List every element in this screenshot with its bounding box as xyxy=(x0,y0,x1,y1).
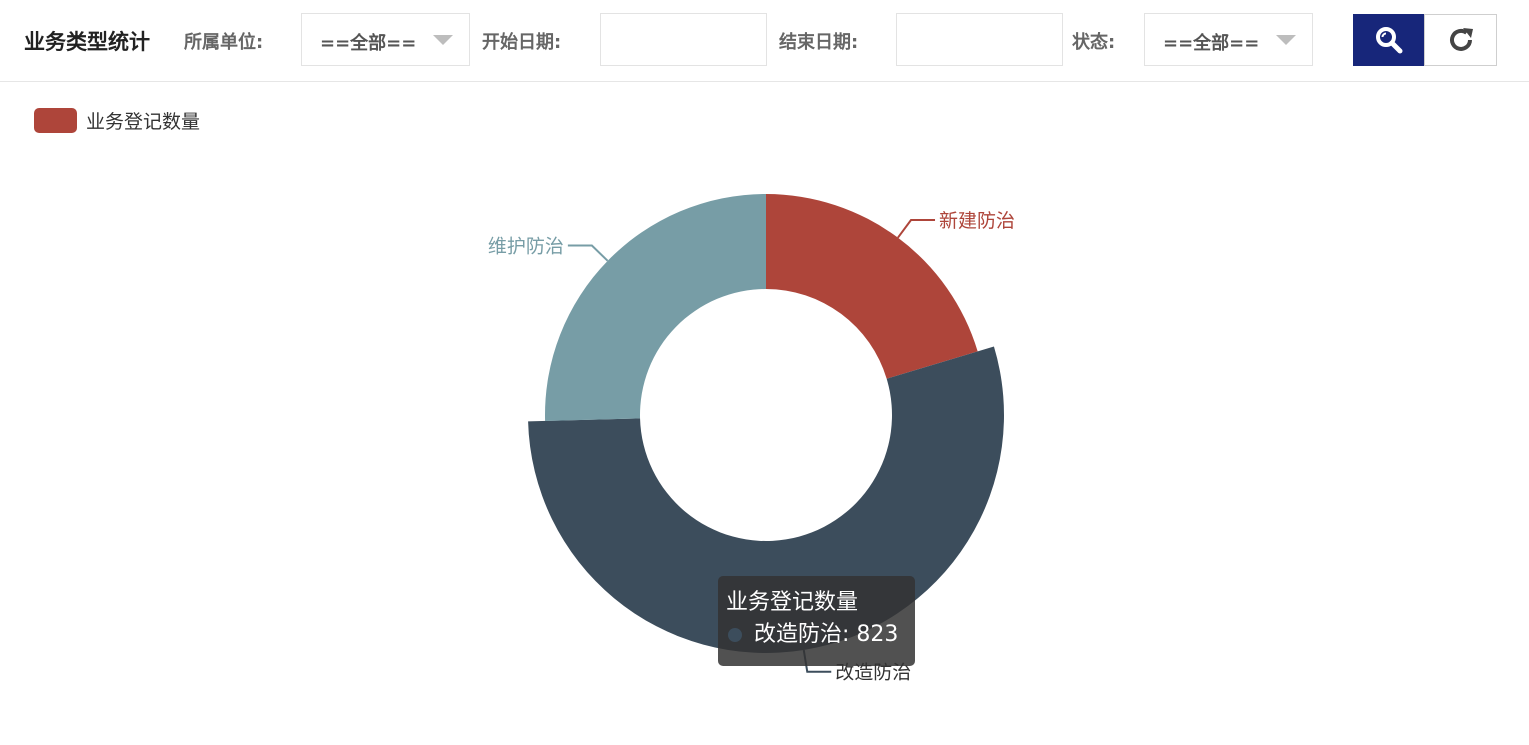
unit-label: 所属单位: xyxy=(184,32,264,53)
end-date-label: 结束日期: xyxy=(779,32,859,53)
start-date-label: 开始日期: xyxy=(482,32,562,53)
status-label: 状态: xyxy=(1072,32,1116,53)
tooltip-separator: : xyxy=(842,622,857,647)
chart-legend[interactable]: 业务登记数量 xyxy=(34,107,200,133)
tooltip-title: 业务登记数量 xyxy=(726,590,859,615)
search-icon xyxy=(1376,27,1403,54)
slice-label: 维护防治 xyxy=(488,235,564,257)
unit-select-value: ==全部== xyxy=(320,33,417,54)
legend-swatch xyxy=(34,107,77,133)
start-date-input[interactable] xyxy=(600,13,767,66)
label-line xyxy=(897,219,936,239)
chart-tooltip: 业务登记数量 改造防治: 823 xyxy=(718,576,915,666)
tooltip-value: 823 xyxy=(856,622,899,647)
tooltip-label: 改造防治 xyxy=(754,622,843,647)
end-date-input[interactable] xyxy=(896,13,1063,66)
tooltip-marker xyxy=(728,628,742,642)
label-line xyxy=(567,244,609,262)
chevron-down-icon xyxy=(1276,35,1296,45)
page-title: 业务类型统计 xyxy=(24,30,150,54)
refresh-icon xyxy=(1449,28,1473,51)
status-select[interactable]: ==全部== xyxy=(1144,13,1313,66)
legend-label: 业务登记数量 xyxy=(86,110,201,133)
refresh-button[interactable] xyxy=(1424,14,1497,66)
chevron-down-icon xyxy=(433,35,453,45)
search-button[interactable] xyxy=(1353,14,1425,66)
filter-toolbar: 业务类型统计 所属单位: ==全部== 开始日期: 结束日期: 状态: ==全部… xyxy=(0,0,1529,82)
status-select-value: ==全部== xyxy=(1163,33,1260,54)
slice-label: 新建防治 xyxy=(939,210,1015,232)
pie-slice[interactable] xyxy=(545,194,766,421)
unit-select[interactable]: ==全部== xyxy=(301,13,470,66)
